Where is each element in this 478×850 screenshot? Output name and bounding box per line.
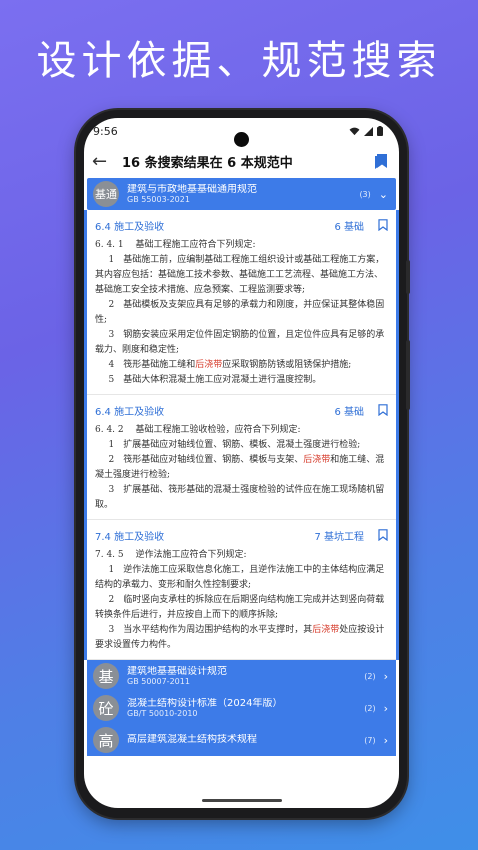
clause-item: 5 基础大体积混凝土施工应对混凝土进行温度控制。 [108, 375, 322, 385]
results-list: 6.4 施工及验收 6 基础 6. 4. 1 基础工程施工应符合下列规定: 1 … [84, 210, 399, 660]
result-section: 7.4 施工及验收 [95, 531, 165, 543]
spec-code: GB 55003-2021 [127, 195, 190, 205]
result-header: 6.4 施工及验收 6 基础 [95, 401, 388, 419]
spec-seal-icon: 高 [93, 727, 119, 753]
clause-item: 1 逆作法施工应采取信息化施工，且逆作法施工中的主体结构应满足结构的承载力、变形… [95, 565, 385, 590]
chevron-right-icon[interactable]: › [384, 702, 388, 715]
home-indicator[interactable] [202, 799, 282, 802]
clause-item: 3 钢筋安装应采用定位件固定钢筋的位置，且定位件应具有足够的承载力、刚度和稳定性… [95, 330, 385, 355]
front-camera [234, 132, 249, 147]
status-time: 9:56 [93, 124, 118, 138]
spec-name: 建筑与市政地基基础通用规范 [127, 183, 257, 195]
result-section: 6.4 施工及验收 [95, 406, 165, 418]
result-header: 7.4 施工及验收 7 基坑工程 [95, 526, 388, 544]
result-item[interactable]: 7.4 施工及验收 7 基坑工程 7. 4. 5 逆作法施工应符合下列规定: 1… [87, 520, 396, 660]
result-text: 6. 4. 1 基础工程施工应符合下列规定: 1 基础施工前，应编制基础工程施工… [95, 238, 388, 388]
result-chapter: 7 基坑工程 [314, 531, 364, 543]
bookmark-outline-icon[interactable] [378, 404, 388, 416]
search-highlight: 后浇带 [303, 455, 331, 465]
spec-seal-icon: 基通 [93, 181, 119, 207]
bookmark-outline-icon[interactable] [378, 219, 388, 231]
clause-item: 3 当水平结构作为周边围护结构的水平支撑时，其后浇带处应按设计要求设置传力构件。 [95, 625, 385, 650]
result-item[interactable]: 6.4 施工及验收 6 基础 6. 4. 2 基础工程施工验收检验，应符合下列规… [87, 395, 396, 520]
clause-lead: 6. 4. 2 基础工程施工验收检验，应符合下列规定: [95, 425, 301, 435]
search-highlight: 带 [330, 625, 340, 635]
spec-seal-icon: 砼 [93, 695, 119, 721]
bookmark-icon[interactable] [367, 153, 389, 169]
search-highlight: 后浇 [312, 625, 331, 635]
status-icons [349, 126, 383, 136]
spec-item[interactable]: 高 高层建筑混凝土结构技术规程 (7) › [87, 724, 396, 756]
battery-icon [377, 126, 383, 136]
phone-frame: 9:56 ← 16 条搜索结果在 6 本规范中 基通 建筑与市政地基基础通用规范… [76, 110, 410, 818]
spec-info: 高层建筑混凝土结构技术规程 [119, 734, 364, 746]
chevron-right-icon[interactable]: › [384, 670, 388, 683]
spec-name: 高层建筑混凝土结构技术规程 [127, 734, 257, 746]
power-button [406, 340, 410, 410]
spec-name: 混凝土结构设计标准（2024年版） [127, 697, 283, 709]
clause-item: 3 扩展基础、筏形基础的混凝土强度检验的试件应在施工现场随机留取。 [95, 485, 385, 510]
clause-item: 1 扩展基础应对轴线位置、钢筋、模板、混凝土强度进行检验; [108, 440, 361, 450]
spec-result-count: (7) [364, 735, 376, 745]
volume-button [406, 260, 410, 294]
spec-name: 建筑地基基础设计规范 [127, 665, 227, 677]
signal-icon [364, 126, 373, 136]
spec-item[interactable]: 砼 混凝土结构设计标准（2024年版） GB/T 50010-2010 (2) … [87, 692, 396, 724]
spec-info: 混凝土结构设计标准（2024年版） GB/T 50010-2010 [119, 698, 364, 719]
result-item[interactable]: 6.4 施工及验收 6 基础 6. 4. 1 基础工程施工应符合下列规定: 1 … [87, 210, 396, 395]
spec-header-expanded[interactable]: 基通 建筑与市政地基基础通用规范 GB 55003-2021 (3) ⌄ [87, 178, 396, 210]
spec-result-count: (2) [364, 703, 376, 713]
clause-item: 2 基础模板及支架应具有足够的承载力和刚度，并应保证其整体稳固性; [95, 300, 385, 325]
search-highlight: 后浇带 [195, 360, 223, 370]
promo-headline: 设计依据、规范搜索 [36, 38, 442, 84]
result-chapter: 6 基础 [334, 221, 364, 233]
result-header: 6.4 施工及验收 6 基础 [95, 216, 388, 234]
result-section: 6.4 施工及验收 [95, 221, 165, 233]
spec-code: GB/T 50010-2010 [127, 709, 198, 719]
spec-seal-icon: 基 [93, 663, 119, 689]
page-title: 16 条搜索结果在 6 本规范中 [122, 155, 293, 171]
spec-info: 建筑与市政地基基础通用规范 GB 55003-2021 [119, 184, 359, 205]
chevron-down-icon[interactable]: ⌄ [379, 188, 388, 201]
spec-item[interactable]: 基 建筑地基基础设计规范 GB 50007-2011 (2) › [87, 660, 396, 692]
clause-lead: 6. 4. 1 基础工程施工应符合下列规定: [95, 240, 256, 250]
spec-result-count: (3) [359, 189, 371, 199]
clause-lead: 7. 4. 5 逆作法施工应符合下列规定: [95, 550, 247, 560]
back-arrow-icon[interactable]: ← [92, 151, 122, 172]
app-screen: 9:56 ← 16 条搜索结果在 6 本规范中 基通 建筑与市政地基基础通用规范… [84, 118, 399, 808]
result-text: 6. 4. 2 基础工程施工验收检验，应符合下列规定: 1 扩展基础应对轴线位置… [95, 423, 388, 513]
spec-info: 建筑地基基础设计规范 GB 50007-2011 [119, 666, 364, 687]
clause-item: 4 筏形基础施工缝和后浇带应采取钢筋防锈或阻锈保护措施; [108, 360, 352, 370]
wifi-icon [349, 127, 360, 135]
spec-code: GB 50007-2011 [127, 677, 190, 687]
result-chapter: 6 基础 [334, 406, 364, 418]
app-bar: ← 16 条搜索结果在 6 本规范中 [84, 144, 399, 178]
chevron-right-icon[interactable]: › [384, 734, 388, 747]
bookmark-outline-icon[interactable] [378, 529, 388, 541]
result-text: 7. 4. 5 逆作法施工应符合下列规定: 1 逆作法施工应采取信息化施工，且逆… [95, 548, 388, 653]
clause-item: 2 筏形基础应对轴线位置、钢筋、模板与支架、后浇带和施工缝、混凝土强度进行检验; [95, 455, 385, 480]
clause-item: 2 临时竖向支承柱的拆除应在后期竖向结构施工完成并达到竖向荷载转换条件后进行，并… [95, 595, 385, 620]
clause-item: 1 基础施工前，应编制基础工程施工组织设计或基础工程施工方案，其内容应包括：基础… [95, 255, 385, 295]
spec-result-count: (2) [364, 671, 376, 681]
